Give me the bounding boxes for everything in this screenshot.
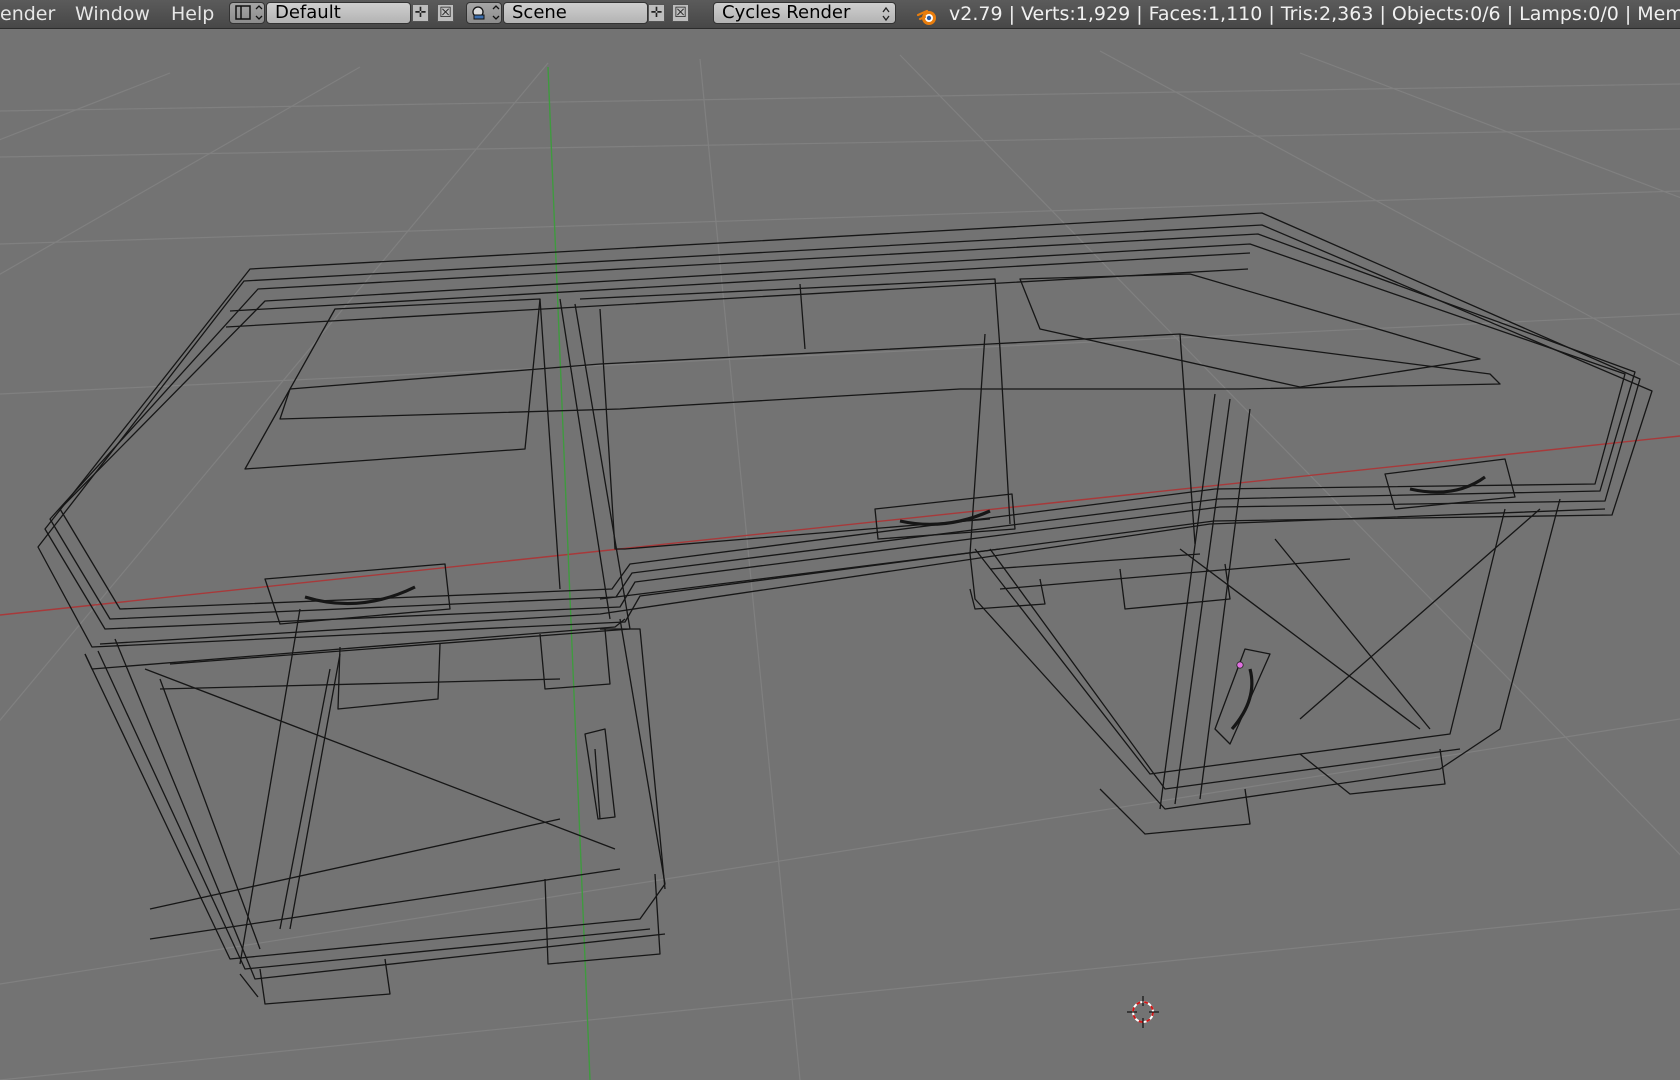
add-scene-button[interactable]: ✛ (648, 4, 665, 22)
viewport-canvas[interactable] (0, 29, 1680, 1080)
add-icon: ✛ (650, 5, 663, 21)
x-axis-line (0, 435, 1680, 616)
3d-cursor-icon[interactable] (1127, 996, 1159, 1028)
blender-logo-icon (916, 9, 936, 25)
render-engine-dropdown[interactable]: Cycles Render (713, 2, 896, 24)
add-icon: ✛ (414, 5, 427, 21)
3d-viewport[interactable] (0, 29, 1680, 1080)
chevron-updown-icon (882, 6, 890, 22)
screen-layout-selector[interactable] (229, 2, 265, 24)
screen-layout-icon (235, 5, 263, 20)
scene-name: Scene (512, 2, 567, 23)
menu-help[interactable]: Help (171, 0, 214, 28)
delete-screen-button[interactable]: ☒ (437, 4, 454, 22)
scene-field[interactable]: Scene (503, 2, 648, 24)
close-icon: ☒ (674, 5, 687, 21)
screen-layout-name: Default (275, 2, 341, 23)
object-origin-icon[interactable] (1236, 661, 1244, 669)
close-icon: ☒ (439, 5, 452, 21)
screen-layout-field[interactable]: Default (266, 2, 411, 24)
info-header: ender Window Help Default ✛ ☒ Scene ✛ ☒ … (0, 0, 1680, 29)
y-axis-line (547, 66, 591, 1080)
scene-selector[interactable] (466, 2, 502, 24)
scene-icon (472, 5, 500, 20)
menu-render[interactable]: ender (0, 0, 55, 28)
scene-statistics: v2.79 | Verts:1,929 | Faces:1,110 | Tris… (949, 3, 1680, 25)
menu-window[interactable]: Window (75, 0, 150, 28)
add-screen-button[interactable]: ✛ (412, 4, 429, 22)
render-engine-name: Cycles Render (722, 2, 851, 23)
delete-scene-button[interactable]: ☒ (672, 4, 689, 22)
desk-wireframe (37, 212, 1653, 1005)
